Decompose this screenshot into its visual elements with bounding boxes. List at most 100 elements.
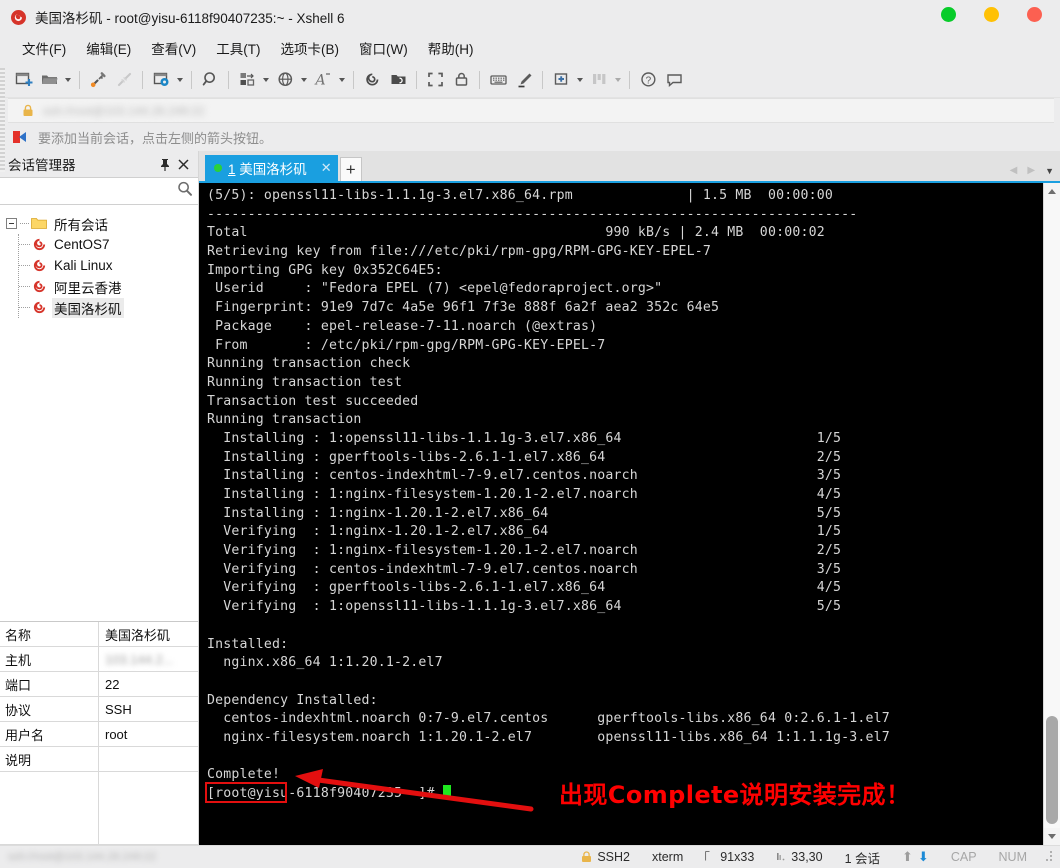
menu-file[interactable]: 文件(F) bbox=[12, 35, 76, 61]
folder-icon bbox=[31, 217, 47, 230]
status-window-size-label: 91x33 bbox=[720, 850, 755, 864]
close-icon[interactable]: ✕ bbox=[321, 160, 332, 176]
session-properties-icon[interactable] bbox=[148, 67, 174, 93]
session-item-aliyun-hongkong[interactable]: 阿里云香港 bbox=[19, 276, 198, 297]
columns-layout-icon[interactable] bbox=[586, 67, 612, 93]
session-item-centos7[interactable]: CentOS7 bbox=[19, 234, 198, 255]
tree-connector bbox=[20, 223, 29, 224]
minimize-button[interactable] bbox=[941, 7, 956, 22]
toolbar-separator bbox=[629, 70, 630, 89]
property-key: 名称 bbox=[0, 622, 99, 646]
new-session-icon[interactable] bbox=[10, 67, 36, 93]
tab-los-angeles[interactable]: 1 美国洛杉矶 ✕ bbox=[205, 155, 338, 181]
close-icon[interactable] bbox=[174, 155, 192, 173]
terminal-prompt-line: [root@yisu-6118f90407235 ~]# bbox=[207, 785, 1043, 804]
maximize-button[interactable] bbox=[984, 7, 999, 22]
open-folder-dropdown-icon[interactable] bbox=[62, 67, 74, 93]
globe-encoding-dropdown-icon[interactable] bbox=[298, 67, 310, 93]
close-button[interactable] bbox=[1027, 7, 1042, 22]
font-size-icon[interactable]: A bbox=[310, 67, 336, 93]
lock-icon bbox=[22, 104, 34, 117]
status-terminal-type[interactable]: xterm bbox=[641, 850, 694, 864]
search-input[interactable] bbox=[4, 183, 176, 199]
find-icon[interactable] bbox=[197, 67, 223, 93]
toolbar-drag-handle[interactable] bbox=[0, 68, 5, 172]
session-item-los-angeles[interactable]: 美国洛杉矶 bbox=[19, 297, 198, 318]
property-key: 协议 bbox=[0, 697, 99, 721]
status-cursor-position[interactable]: 33,30 bbox=[765, 850, 833, 864]
terminal-line: Verifying : 1:openssl11-libs-1.1.1g-3.el… bbox=[207, 599, 842, 615]
tree-children: CentOS7 Kali Linux 阿里云香港 美国洛杉矶 bbox=[18, 234, 198, 318]
columns-layout-dropdown-icon[interactable] bbox=[612, 67, 624, 93]
disconnect-plug-icon[interactable] bbox=[111, 67, 137, 93]
session-properties-dropdown-icon[interactable] bbox=[174, 67, 186, 93]
new-tab-button[interactable]: + bbox=[339, 157, 362, 181]
session-item-kali-linux[interactable]: Kali Linux bbox=[19, 255, 198, 276]
scrollbar-thumb[interactable] bbox=[1046, 716, 1058, 824]
resize-grip[interactable] bbox=[1042, 851, 1054, 863]
layout-icon[interactable] bbox=[234, 67, 260, 93]
svg-text:?: ? bbox=[645, 76, 651, 87]
status-caps-lock-label: CAP bbox=[950, 850, 977, 864]
toolbar: A ? bbox=[0, 62, 1060, 98]
property-value: 22 bbox=[105, 676, 120, 692]
scrollbar-track[interactable] bbox=[1044, 200, 1060, 828]
add-session-arrow-icon bbox=[12, 130, 29, 145]
menu-bar: 文件(F) 编辑(E) 查看(V) 工具(T) 选项卡(B) 窗口(W) 帮助(… bbox=[0, 34, 1060, 62]
keyboard-icon[interactable] bbox=[485, 67, 511, 93]
add-to-folder-icon[interactable] bbox=[548, 67, 574, 93]
resize-icon bbox=[705, 850, 715, 864]
menu-tools[interactable]: 工具(T) bbox=[206, 35, 270, 61]
property-value: SSH bbox=[105, 701, 132, 717]
address-bar[interactable]: ssh://root@103.144.28.249:22 bbox=[8, 98, 1054, 123]
status-session-count[interactable]: 1 会话 bbox=[834, 848, 891, 867]
property-key-empty bbox=[0, 772, 99, 844]
chevron-left-icon[interactable]: ◀ bbox=[1010, 165, 1018, 176]
xshell-logo-icon bbox=[10, 9, 27, 26]
menu-help[interactable]: 帮助(H) bbox=[418, 35, 484, 61]
terminal-cursor bbox=[442, 785, 451, 799]
property-value: root bbox=[105, 726, 128, 742]
xshell-spiral-icon[interactable] bbox=[359, 67, 385, 93]
terminal-output[interactable]: (5/5): openssl11-libs-1.1.1g-3.el7.x86_6… bbox=[199, 183, 1043, 845]
property-value bbox=[99, 747, 198, 771]
property-row-description: 说明 bbox=[0, 747, 198, 772]
status-window-size[interactable]: 91x33 bbox=[694, 850, 765, 864]
toolbar-separator bbox=[353, 70, 354, 89]
terminal-scrollbar[interactable] bbox=[1043, 183, 1060, 845]
globe-encoding-icon[interactable] bbox=[272, 67, 298, 93]
add-to-folder-dropdown-icon[interactable] bbox=[574, 67, 586, 93]
layout-dropdown-icon[interactable] bbox=[260, 67, 272, 93]
tree-root-all-sessions[interactable]: 所有会话 bbox=[6, 213, 198, 234]
terminal-line: Verifying : 1:nginx-1.20.1-2.el7.x86_64 … bbox=[207, 524, 842, 540]
scroll-up-button[interactable] bbox=[1044, 183, 1060, 200]
xftp-icon[interactable] bbox=[385, 67, 411, 93]
chevron-right-icon[interactable]: ▶ bbox=[1027, 165, 1035, 176]
comment-icon[interactable] bbox=[661, 67, 687, 93]
svg-text:A: A bbox=[314, 73, 326, 89]
expander-icon[interactable] bbox=[6, 218, 17, 229]
menu-view[interactable]: 查看(V) bbox=[141, 35, 206, 61]
status-transfer-indicators: ⬆ ⬇ bbox=[891, 849, 940, 865]
connect-plug-icon[interactable] bbox=[85, 67, 111, 93]
search-icon[interactable] bbox=[176, 180, 193, 202]
property-key: 说明 bbox=[0, 747, 99, 771]
chevron-down-icon[interactable]: ▼ bbox=[1045, 166, 1054, 176]
status-protocol[interactable]: SSH2 bbox=[570, 850, 641, 864]
help-icon[interactable]: ? bbox=[635, 67, 661, 93]
menu-edit[interactable]: 编辑(E) bbox=[76, 35, 141, 61]
fullscreen-icon[interactable] bbox=[422, 67, 448, 93]
open-folder-icon[interactable] bbox=[36, 67, 62, 93]
session-search-bar[interactable] bbox=[0, 177, 198, 205]
scroll-down-button[interactable] bbox=[1044, 828, 1060, 845]
property-value: 103.144.2... bbox=[105, 651, 174, 667]
lock-icon[interactable] bbox=[448, 67, 474, 93]
menu-window[interactable]: 窗口(W) bbox=[349, 35, 418, 61]
menu-tabs[interactable]: 选项卡(B) bbox=[271, 35, 350, 61]
font-size-dropdown-icon[interactable] bbox=[336, 67, 348, 93]
pin-icon[interactable] bbox=[156, 155, 174, 173]
highlight-pen-icon[interactable] bbox=[511, 67, 537, 93]
toolbar-separator bbox=[479, 70, 480, 89]
toolbar-separator bbox=[416, 70, 417, 89]
